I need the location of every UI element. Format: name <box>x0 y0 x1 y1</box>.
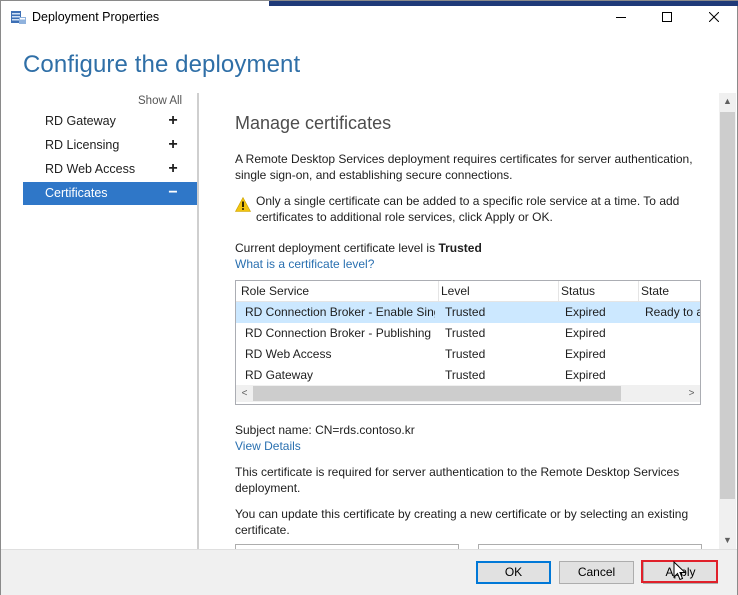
cell-role-service: RD Gateway <box>245 368 314 382</box>
cell-status: Expired <box>565 305 606 319</box>
show-all-link[interactable]: Show All <box>138 95 182 107</box>
cell-status: Expired <box>565 368 606 382</box>
title-bar: Deployment Properties <box>1 1 737 33</box>
subject-name-label: Subject name: <box>235 423 312 437</box>
cell-level: Trusted <box>445 326 486 340</box>
expand-icon: + <box>168 136 178 153</box>
warning-icon <box>235 197 251 212</box>
minimize-icon <box>616 17 626 18</box>
column-header-status[interactable]: Status <box>561 284 595 298</box>
update-text: You can update this certificate by creat… <box>235 507 689 537</box>
mouse-cursor-icon <box>673 561 687 581</box>
maximize-button[interactable] <box>644 1 690 33</box>
minimize-button[interactable] <box>598 1 644 33</box>
scrollbar-thumb[interactable] <box>253 386 621 401</box>
cell-level: Trusted <box>445 347 486 361</box>
table-row[interactable]: RD Connection Broker - Publishing Truste… <box>236 323 700 344</box>
sidebar-item-certificates[interactable]: Certificates − <box>23 182 197 205</box>
expand-icon: + <box>168 112 178 129</box>
column-divider <box>638 281 639 301</box>
table-horizontal-scrollbar[interactable]: < > <box>236 385 700 402</box>
scroll-down-icon[interactable]: ▼ <box>719 532 736 549</box>
table-header: Role Service Level Status State <box>236 281 700 302</box>
close-icon <box>709 12 719 22</box>
ok-button[interactable]: OK <box>476 561 551 584</box>
sidebar-divider <box>197 93 199 551</box>
column-divider <box>558 281 559 301</box>
certificate-level-label: Current deployment certificate level is <box>235 241 436 255</box>
subject-name-line: Subject name: CN=rds.contoso.kr <box>235 422 705 438</box>
table-row[interactable]: RD Gateway Trusted Expired <box>236 365 700 386</box>
sidebar-item-rd-licensing[interactable]: RD Licensing + <box>23 134 197 157</box>
collapse-icon: − <box>168 184 178 201</box>
cell-status: Expired <box>565 326 606 340</box>
maximize-icon <box>662 12 672 22</box>
certificate-level-value: Trusted <box>438 241 482 255</box>
column-header-level[interactable]: Level <box>441 284 470 298</box>
expand-icon: + <box>168 160 178 177</box>
cell-level: Trusted <box>445 305 486 319</box>
section-title: Manage certificates <box>235 113 392 133</box>
required-text: This certificate is required for server … <box>235 465 680 495</box>
sidebar-item-rd-gateway[interactable]: RD Gateway + <box>23 110 197 133</box>
table-row[interactable]: RD Connection Broker - Enable Single Sig… <box>236 302 700 323</box>
intro-text: A Remote Desktop Services deployment req… <box>235 152 693 182</box>
sidebar-item-rd-web-access[interactable]: RD Web Access + <box>23 158 197 181</box>
content-vertical-scrollbar[interactable]: ▲ ▼ <box>719 93 736 549</box>
sidebar-item-label: RD Gateway <box>45 114 116 128</box>
scroll-right-icon[interactable]: > <box>683 387 700 400</box>
certificate-level-help-link[interactable]: What is a certificate level? <box>235 256 374 272</box>
scrollbar-thumb[interactable] <box>720 112 735 499</box>
column-divider <box>438 281 439 301</box>
scroll-up-icon[interactable]: ▲ <box>719 93 736 110</box>
cell-role-service: RD Connection Broker - Publishing <box>245 326 432 340</box>
scroll-left-icon[interactable]: < <box>236 387 253 400</box>
server-manager-icon <box>11 11 26 24</box>
cancel-button[interactable]: Cancel <box>559 561 634 584</box>
view-details-link[interactable]: View Details <box>235 438 301 454</box>
window-title: Deployment Properties <box>32 10 160 24</box>
cell-level: Trusted <box>445 368 486 382</box>
subject-name-value: CN=rds.contoso.kr <box>315 423 415 437</box>
cell-role-service: RD Web Access <box>245 347 332 361</box>
role-services-table: Role Service Level Status State RD Conne… <box>235 280 701 405</box>
deployment-properties-window: Deployment Properties Configure the depl… <box>0 0 738 595</box>
certificate-level-line: Current deployment certificate level is … <box>235 240 705 256</box>
certificates-panel: Manage certificates A Remote Desktop Ser… <box>219 93 719 549</box>
column-header-state[interactable]: State <box>641 284 669 298</box>
cell-state: Ready to apply <box>645 305 700 319</box>
sidebar-item-label: RD Web Access <box>45 162 136 176</box>
cell-status: Expired <box>565 347 606 361</box>
warning-text: Only a single certificate can be added t… <box>256 194 680 224</box>
cell-role-service: RD Connection Broker - Enable Single Sig… <box>245 305 435 319</box>
page-heading: Configure the deployment <box>23 51 301 78</box>
close-button[interactable] <box>691 1 737 33</box>
sidebar-item-label: RD Licensing <box>45 138 120 152</box>
sidebar-item-label: Certificates <box>45 186 108 200</box>
column-header-role-service[interactable]: Role Service <box>241 284 309 298</box>
table-row[interactable]: RD Web Access Trusted Expired <box>236 344 700 365</box>
dialog-footer: OK Cancel Apply <box>1 549 737 595</box>
